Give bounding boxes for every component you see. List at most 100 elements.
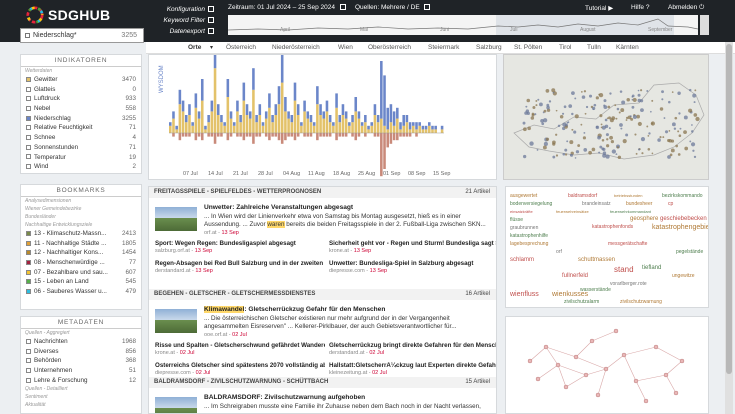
bar-niederschlag[interactable] bbox=[332, 122, 335, 126]
bar-gewitter[interactable] bbox=[322, 118, 326, 133]
bar-niederschlag[interactable] bbox=[287, 111, 290, 119]
bar-gewitter[interactable] bbox=[232, 125, 236, 133]
bar-gewitter[interactable] bbox=[424, 129, 428, 133]
bar-niederschlag[interactable] bbox=[220, 115, 223, 123]
cloud-word[interactable]: vorarlberger.rote bbox=[610, 281, 647, 287]
article-thumbnail[interactable] bbox=[155, 397, 197, 413]
map-marker[interactable] bbox=[678, 112, 681, 115]
bar-negative[interactable] bbox=[341, 133, 345, 137]
map-marker[interactable] bbox=[662, 136, 665, 139]
map-marker[interactable] bbox=[631, 98, 634, 101]
map-marker[interactable] bbox=[647, 134, 650, 137]
related-article-title[interactable]: Regen-Absagen bei Red Bull Salzburg und … bbox=[155, 260, 325, 267]
map-marker[interactable] bbox=[580, 90, 583, 93]
map-marker[interactable] bbox=[542, 145, 547, 150]
map-marker[interactable] bbox=[616, 107, 620, 111]
bar-niederschlag[interactable] bbox=[210, 100, 214, 112]
bar-gewitter[interactable] bbox=[309, 122, 313, 133]
cloud-word[interactable]: ungewitze bbox=[672, 273, 695, 279]
cloud-word[interactable]: schuttmassen bbox=[578, 257, 615, 263]
search-filter-input[interactable]: Niederschlag* 3255 bbox=[20, 28, 144, 43]
network-node[interactable] bbox=[555, 362, 561, 368]
map-marker[interactable] bbox=[552, 140, 556, 145]
bar-niederschlag[interactable] bbox=[354, 97, 358, 112]
map-marker[interactable] bbox=[695, 116, 700, 122]
network-node[interactable] bbox=[589, 338, 595, 344]
filter-item-beho-rden[interactable]: Behörden 368 bbox=[21, 356, 141, 366]
bar-gewitter[interactable] bbox=[236, 111, 239, 133]
bar-niederschlag[interactable] bbox=[178, 89, 182, 105]
bar-niederschlag[interactable] bbox=[268, 93, 271, 108]
filter-item-lehre-forschung[interactable]: Lehre & Forschung 12 bbox=[21, 376, 141, 386]
filter-item-12-nachhaltiger-kons[interactable]: 12 - Nachhaltiger Kons... 1454 bbox=[21, 248, 141, 258]
map-marker[interactable] bbox=[583, 90, 587, 93]
map-marker[interactable] bbox=[598, 151, 601, 154]
tab-oesterreich[interactable]: Österreich bbox=[226, 44, 256, 51]
checkbox[interactable] bbox=[26, 358, 31, 364]
cloud-word[interactable]: messgerätschafte bbox=[608, 241, 647, 247]
bar-niederschlag[interactable] bbox=[290, 115, 294, 123]
bar-gewitter[interactable] bbox=[357, 118, 361, 133]
timeline-slider[interactable]: April Mai Juni Juli August September bbox=[228, 15, 698, 35]
bar-negative[interactable] bbox=[236, 133, 239, 137]
bar-niederschlag[interactable] bbox=[389, 104, 393, 123]
bar-gewitter[interactable] bbox=[402, 125, 405, 133]
cloud-word[interactable]: schlamm bbox=[510, 257, 534, 263]
map-marker[interactable] bbox=[611, 149, 617, 154]
bar-negative[interactable] bbox=[188, 133, 191, 137]
network-node[interactable] bbox=[643, 398, 649, 404]
bar-niederschlag[interactable] bbox=[344, 111, 348, 119]
network-node[interactable] bbox=[527, 358, 533, 364]
cloud-word[interactable]: pegelstände bbox=[676, 249, 703, 255]
filter-item-glatteis[interactable]: Glatteis 0 bbox=[21, 85, 141, 95]
map-marker[interactable] bbox=[675, 144, 679, 148]
bar-gewitter[interactable] bbox=[408, 129, 412, 133]
map-marker[interactable] bbox=[581, 95, 586, 99]
map-marker[interactable] bbox=[538, 102, 543, 107]
hilfe-link[interactable]: Hilfe ? bbox=[631, 4, 649, 11]
bar-niederschlag[interactable] bbox=[172, 111, 175, 119]
bar-niederschlag[interactable] bbox=[197, 111, 201, 119]
checkbox[interactable] bbox=[26, 259, 31, 265]
map-marker[interactable] bbox=[545, 137, 550, 141]
cloud-word[interactable]: katastrophenhilfe bbox=[510, 233, 548, 239]
filter-item-luftdruck[interactable]: Luftdruck 933 bbox=[21, 94, 141, 104]
bar-negative[interactable] bbox=[248, 133, 252, 137]
search-checkbox[interactable] bbox=[25, 32, 30, 38]
filter-item-gewitter[interactable]: Gewitter 3470 bbox=[21, 75, 141, 85]
bar-gewitter[interactable] bbox=[328, 122, 332, 133]
bar-gewitter[interactable] bbox=[360, 125, 364, 133]
bar-gewitter[interactable] bbox=[223, 125, 226, 133]
map-marker[interactable] bbox=[535, 100, 538, 102]
bar-negative[interactable] bbox=[293, 133, 297, 141]
map-marker[interactable] bbox=[551, 88, 556, 93]
bar-niederschlag[interactable] bbox=[280, 50, 284, 83]
map-marker[interactable] bbox=[610, 139, 615, 144]
bar-gewitter[interactable] bbox=[258, 115, 262, 133]
bar-gewitter[interactable] bbox=[434, 129, 437, 133]
tutorial-link[interactable]: Tutorial ▶ bbox=[585, 4, 613, 12]
filter-item-niederschlag[interactable]: Niederschlag 3255 bbox=[21, 114, 141, 124]
map-marker[interactable] bbox=[619, 90, 623, 93]
bar-niederschlag[interactable] bbox=[236, 100, 239, 112]
map-marker[interactable] bbox=[618, 111, 621, 114]
map-marker[interactable] bbox=[571, 112, 574, 116]
network-node[interactable] bbox=[679, 358, 685, 364]
checkbox[interactable] bbox=[26, 240, 31, 246]
map-marker[interactable] bbox=[597, 135, 601, 140]
cloud-word[interactable]: bundesheer bbox=[626, 201, 652, 207]
map-marker[interactable] bbox=[637, 121, 642, 126]
network-node[interactable] bbox=[613, 328, 619, 334]
bar-gewitter[interactable] bbox=[268, 107, 271, 133]
map-marker[interactable] bbox=[651, 99, 654, 102]
cloud-word[interactable]: stand bbox=[614, 265, 634, 274]
checkbox[interactable] bbox=[26, 288, 31, 294]
map-marker[interactable] bbox=[668, 100, 671, 104]
tab-tirol[interactable]: Tirol bbox=[559, 44, 571, 51]
bar-gewitter[interactable] bbox=[312, 125, 316, 133]
tab-niederoesterreich[interactable]: Niederösterreich bbox=[272, 44, 320, 51]
bar-gewitter[interactable] bbox=[220, 122, 223, 133]
metadaten-aktualitaet[interactable]: Aktualität bbox=[21, 401, 141, 409]
related-article-title[interactable]: Sicherheit geht vor - Regen und Sturm! B… bbox=[329, 240, 496, 247]
filter-item-nebel[interactable]: Nebel 558 bbox=[21, 104, 141, 114]
